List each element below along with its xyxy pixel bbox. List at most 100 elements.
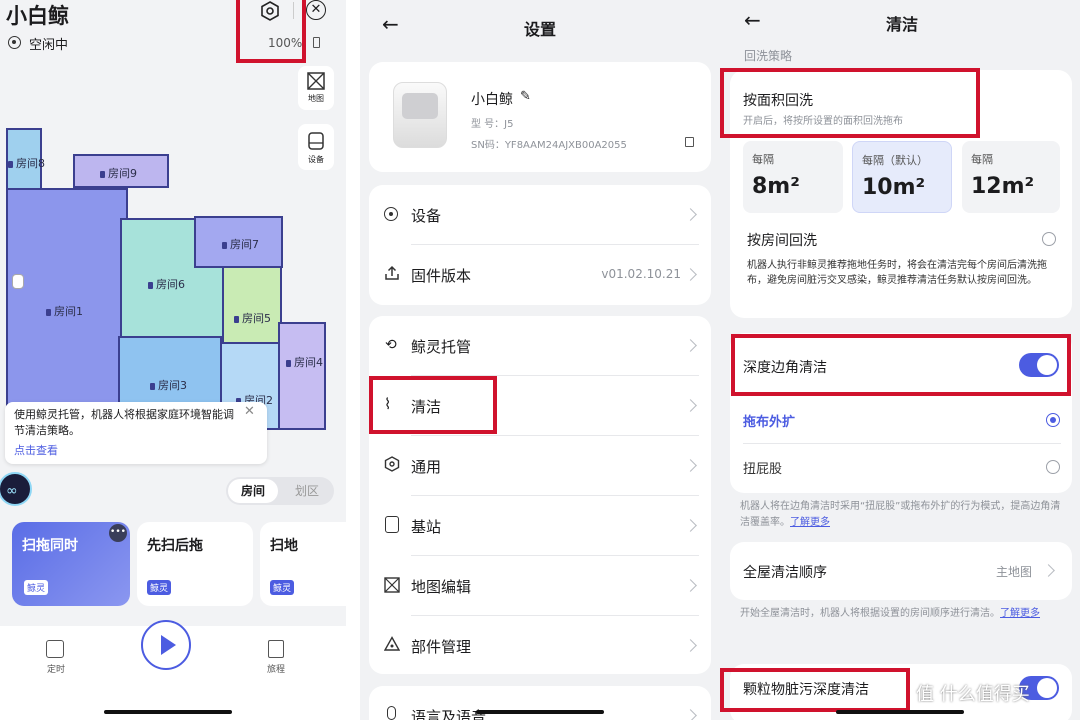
particle-title: 颗粒物脏污深度清洁 <box>743 682 869 698</box>
chevron-right-icon <box>684 268 697 281</box>
area-option-10[interactable]: 每隔（默认） 10m² <box>852 141 952 213</box>
room-label[interactable]: 房间7 <box>222 236 259 252</box>
edge-clean-toggle[interactable] <box>1019 353 1059 377</box>
start-button[interactable] <box>141 620 191 670</box>
mode-card-sweep-then-mop[interactable]: 先扫后拖 鲸灵 <box>137 522 253 606</box>
mode-card-sweep[interactable]: 扫地 鲸灵 <box>260 522 346 606</box>
status-icon <box>8 36 21 49</box>
area-wash-desc: 开启后，将按所设置的面积回洗拖布 <box>743 116 903 127</box>
flame-icon: ⟲ <box>385 337 397 353</box>
tip-bubble: 使用鲸灵托管，机器人将根据家庭环境智能调节清洁策略。 点击查看 ✕ <box>5 402 267 464</box>
room-label[interactable]: 房间9 <box>100 165 137 181</box>
device-row-icon <box>384 207 398 221</box>
broom-icon: ⌇ <box>384 395 392 413</box>
close-icon[interactable]: ✕ <box>306 0 326 20</box>
hexagon-icon <box>384 456 400 472</box>
settings-gear-icon[interactable] <box>259 0 281 22</box>
floor-map[interactable]: 房间8 房间9 房间7 房间6 房间1 房间5 房间4 房间3 房间2 <box>0 126 330 436</box>
row-device[interactable]: 设备 <box>369 185 711 245</box>
mode-label: 先扫后拖 <box>147 538 203 554</box>
edge-clean-card: 深度边角清洁 拖布外扩 扭屁股 <box>730 333 1072 493</box>
more-icon[interactable]: ••• <box>109 524 127 542</box>
row-label: 鲸灵托管 <box>411 338 472 356</box>
row-map-edit[interactable]: 地图编辑 <box>369 556 711 615</box>
row-parts[interactable]: 部件管理 <box>369 616 711 674</box>
edge-option-radio[interactable] <box>1046 460 1060 474</box>
row-clean[interactable]: ⌇ 清洁 <box>369 376 711 435</box>
area-value: 8m² <box>752 174 800 199</box>
row-general[interactable]: 通用 <box>369 436 711 495</box>
home-indicator <box>104 710 232 714</box>
mode-card-sweep-mop[interactable]: 扫拖同时 鲸灵 ••• <box>12 522 130 606</box>
nav-journey-label: 旅程 <box>266 665 285 675</box>
device-name: 小白鲸 <box>471 92 513 108</box>
order-title: 全屋清洁顺序 <box>743 565 827 581</box>
tab-zone[interactable]: 划区 <box>282 479 332 503</box>
row-label: 清洁 <box>411 398 442 416</box>
toolbar-divider <box>293 2 294 19</box>
row-label: 设备 <box>411 207 442 225</box>
mode-badge: 鲸灵 <box>24 580 49 595</box>
device-info-card: 小白鲸 ✎ 型 号：J5 SN码：YF8AAM24AJXB00A2055 <box>369 62 711 172</box>
mode-badge: 鲸灵 <box>147 580 172 595</box>
robot-image <box>393 82 447 148</box>
mode-badge: 鲸灵 <box>270 580 295 595</box>
learn-more-link[interactable]: 了解更多 <box>1000 608 1040 619</box>
chevron-right-icon <box>684 399 697 412</box>
area-option-8[interactable]: 每隔 8m² <box>743 141 843 213</box>
bottom-nav: 定时 旅程 <box>0 620 346 720</box>
journey-icon[interactable] <box>268 640 284 658</box>
room-label[interactable]: 房间3 <box>150 377 187 393</box>
map-button[interactable]: 地图 <box>298 66 334 110</box>
settings-screen: ← 设置 小白鲸 ✎ 型 号：J5 SN码：YF8AAM24AJXB00A205… <box>360 0 720 720</box>
edge-option-radio-selected[interactable] <box>1046 413 1060 427</box>
area-value: 10m² <box>862 175 926 200</box>
row-base-station[interactable]: 基站 <box>369 496 711 555</box>
room-label[interactable]: 房间8 <box>8 155 45 171</box>
assistant-icon[interactable]: ∞ <box>0 472 32 506</box>
map-edit-icon <box>384 577 400 593</box>
status-text: 空闲中 <box>29 38 69 53</box>
edge-desc: 机器人将在边角清洁时采用“扭屁股”或拖布外扩的行为模式，提高边角清洁覆盖率。 <box>740 501 1061 528</box>
row-whale-manage[interactable]: ⟲ 鲸灵托管 <box>369 316 711 375</box>
settings-group-3: 语言及语音 <box>369 686 711 720</box>
chevron-right-icon <box>684 579 697 592</box>
robot-icon <box>12 274 24 289</box>
map-button-label: 地图 <box>308 94 324 103</box>
area-option-12[interactable]: 每隔 12m² <box>962 141 1060 213</box>
learn-more-link[interactable]: 了解更多 <box>790 517 830 528</box>
room-label[interactable]: 房间4 <box>286 354 323 370</box>
order-card[interactable]: 全屋清洁顺序 主地图 <box>730 542 1072 600</box>
edit-icon[interactable]: ✎ <box>520 89 531 104</box>
page-title: 清洁 <box>885 15 918 34</box>
copy-icon[interactable] <box>685 137 694 147</box>
row-language[interactable]: 语言及语音 <box>369 686 711 720</box>
row-label: 基站 <box>411 518 442 536</box>
tip-close-icon[interactable]: ✕ <box>244 404 255 419</box>
page-title: 设置 <box>523 20 556 39</box>
mode-label: 扫地 <box>270 538 298 554</box>
settings-group-2: ⟲ 鲸灵托管 ⌇ 清洁 通用 基站 地图编辑 部件管理 <box>369 316 711 674</box>
section-label: 回洗策略 <box>744 49 793 63</box>
chevron-right-icon <box>1042 564 1055 577</box>
row-label: 固件版本 <box>411 267 472 285</box>
chevron-right-icon <box>684 519 697 532</box>
room-label[interactable]: 房间1 <box>46 303 83 319</box>
room-label[interactable]: 房间5 <box>234 310 271 326</box>
row-label: 通用 <box>411 458 442 476</box>
room-wash-radio[interactable] <box>1042 232 1056 246</box>
chevron-right-icon <box>684 208 697 221</box>
room-wash-title: 按房间回洗 <box>747 233 817 249</box>
view-toggle: 房间 划区 <box>226 477 334 505</box>
tip-link[interactable]: 点击查看 <box>14 442 58 458</box>
schedule-icon[interactable] <box>46 640 64 658</box>
tab-room[interactable]: 房间 <box>228 479 278 503</box>
chevron-right-icon <box>684 459 697 472</box>
row-firmware[interactable]: 固件版本 v01.02.10.21 <box>369 245 711 305</box>
room-label[interactable]: 房间6 <box>148 276 185 292</box>
clean-settings-screen: ← 清洁 回洗策略 按面积回洗 开启后，将按所设置的面积回洗拖布 每隔 8m² … <box>720 0 1080 720</box>
order-desc: 开始全屋清洁时，机器人将根据设置的房间顺序进行清洁。 <box>740 608 1000 619</box>
edge-clean-title: 深度边角清洁 <box>743 360 827 376</box>
row-label: 地图编辑 <box>411 578 472 596</box>
battery-icon <box>313 37 320 48</box>
